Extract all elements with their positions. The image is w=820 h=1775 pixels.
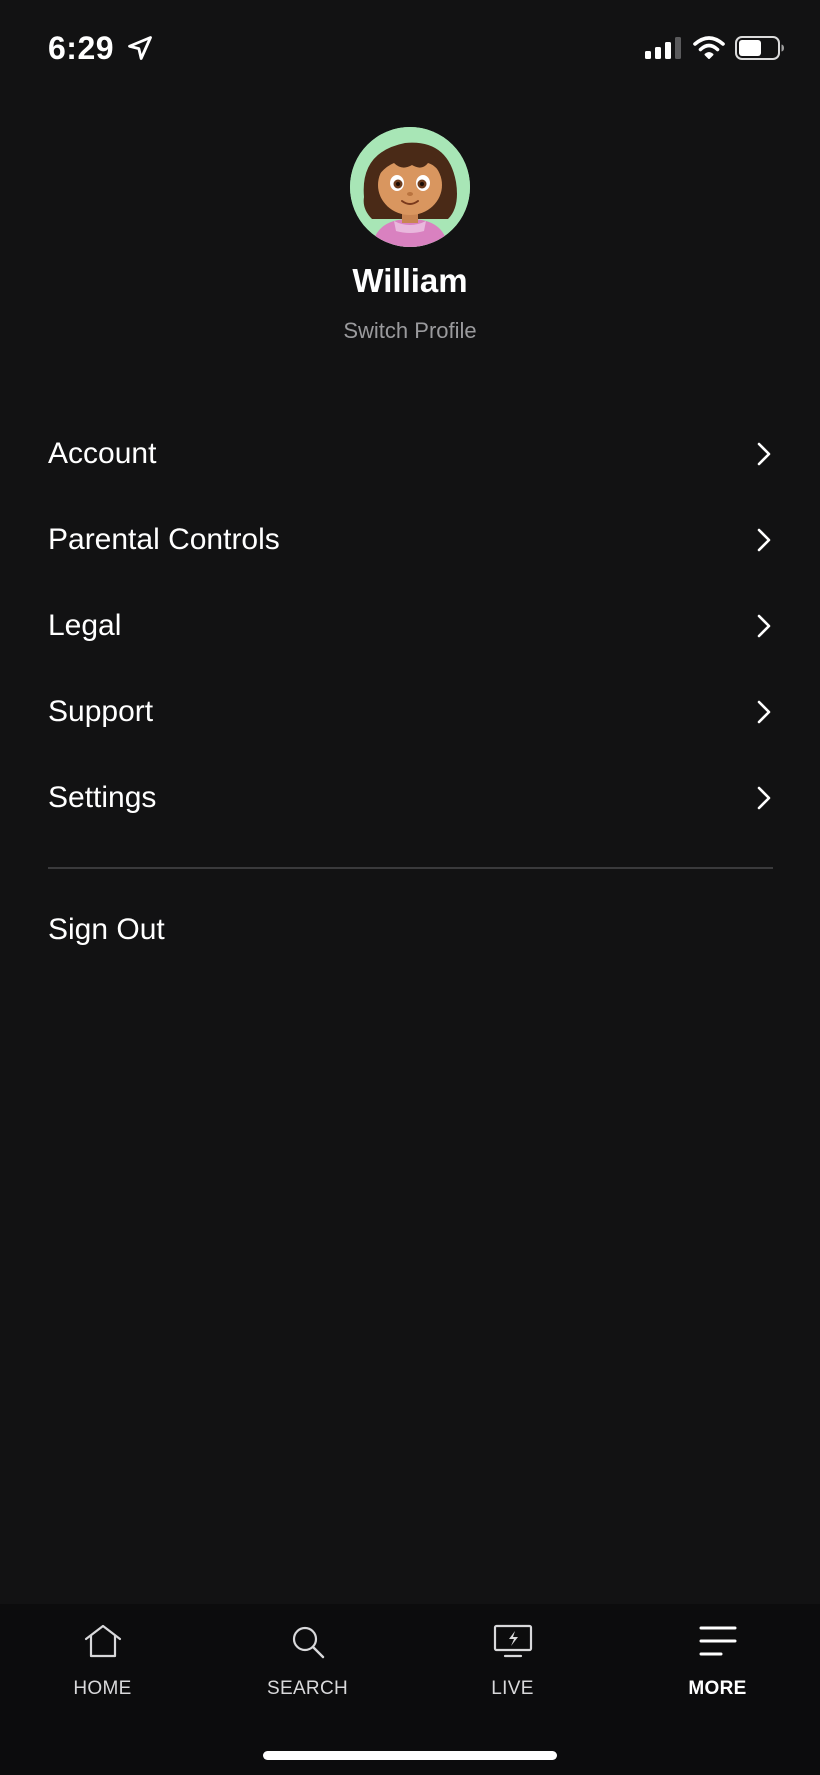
status-time: 6:29 — [48, 30, 115, 66]
tab-label: MORE — [688, 1678, 747, 1699]
chevron-right-icon — [757, 528, 771, 552]
menu-icon — [699, 1626, 736, 1656]
cellular-signal-icon — [645, 37, 681, 59]
home-icon — [84, 1624, 121, 1658]
menu-item-support[interactable]: Support — [48, 669, 773, 755]
menu-item-settings[interactable]: Settings — [48, 755, 773, 841]
chevron-right-icon — [757, 700, 771, 724]
status-indicators — [645, 36, 785, 60]
chevron-right-icon — [757, 614, 771, 638]
status-bar: 6:29 — [0, 0, 820, 100]
avatar-image — [350, 127, 470, 247]
bottom-tab-bar: HOME SEARCH LIVE MORE — [0, 1604, 820, 1775]
menu-item-legal[interactable]: Legal — [48, 583, 773, 669]
profile-name: William — [352, 262, 468, 299]
sign-out-button[interactable]: Sign Out — [48, 913, 165, 947]
tab-search[interactable]: SEARCH — [205, 1604, 410, 1714]
settings-menu: Account Parental Controls Legal Support … — [48, 411, 773, 841]
chevron-right-icon — [757, 786, 771, 810]
menu-item-label: Settings — [48, 781, 157, 814]
menu-item-parental-controls[interactable]: Parental Controls — [48, 497, 773, 583]
more-screen: 6:29 William Switch Profile Account Pare… — [0, 0, 820, 1775]
menu-item-account[interactable]: Account — [48, 411, 773, 497]
tab-label: LIVE — [491, 1678, 534, 1699]
tab-more[interactable]: MORE — [615, 1604, 820, 1714]
profile-avatar[interactable] — [350, 127, 470, 247]
chevron-right-icon — [757, 442, 771, 466]
menu-item-label: Legal — [48, 609, 122, 642]
location-arrow-icon — [128, 36, 152, 60]
battery-icon — [735, 36, 784, 60]
tab-label: HOME — [73, 1678, 132, 1699]
switch-profile-link[interactable]: Switch Profile — [0, 318, 820, 344]
wifi-icon — [693, 36, 725, 59]
menu-item-label: Support — [48, 695, 154, 728]
tab-home[interactable]: HOME — [0, 1604, 205, 1714]
live-tv-icon — [493, 1624, 532, 1658]
menu-divider — [48, 867, 773, 869]
menu-item-label: Parental Controls — [48, 523, 280, 556]
tab-label: SEARCH — [267, 1678, 348, 1699]
search-icon — [292, 1626, 324, 1659]
menu-item-label: Account — [48, 437, 157, 470]
home-indicator — [263, 1751, 557, 1760]
tab-live[interactable]: LIVE — [410, 1604, 615, 1714]
